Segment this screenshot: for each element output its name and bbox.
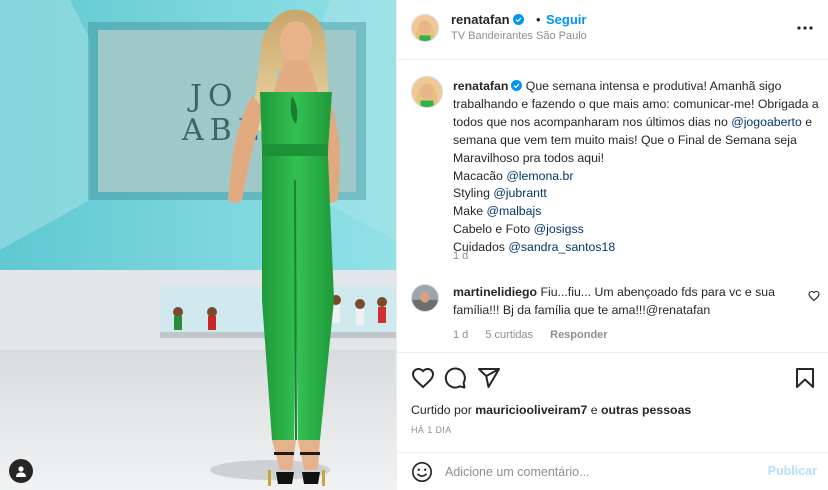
publish-button[interactable]: Publicar: [768, 464, 817, 478]
studio-photo-illustration: JO ABE: [0, 0, 396, 490]
post-actions-bar: Curtido por mauriciooliveiram7 e outras …: [397, 352, 828, 456]
heart-icon[interactable]: [411, 366, 435, 390]
caption-verified-badge-icon: [511, 80, 523, 91]
bookmark-icon[interactable]: [793, 366, 817, 390]
liked-by: Curtido por mauriciooliveiram7 e outras …: [411, 403, 691, 417]
credit-label: Make: [453, 204, 487, 219]
caption-credit-4: Cuidados @sandra_santos18: [453, 239, 819, 257]
credit-mention[interactable]: @sandra_santos18: [508, 240, 615, 254]
emoji-icon[interactable]: [411, 461, 433, 483]
author-username[interactable]: renatafan: [451, 12, 524, 27]
post-photo[interactable]: JO ABE: [0, 0, 396, 490]
comment-text: martinelidiego Fiu...fiu... Um abençoado…: [453, 284, 793, 319]
credit-label: Cabelo e Foto: [453, 222, 534, 237]
comment-input[interactable]: [445, 463, 745, 481]
caption-text: renatafan Que semana intensa e produtiva…: [453, 78, 819, 257]
caption-username[interactable]: renatafan: [453, 79, 508, 93]
add-comment-bar: Publicar: [397, 452, 828, 490]
credit-mention[interactable]: @jubrantt: [493, 186, 547, 200]
caption-credit-2: Make @malbajs: [453, 203, 819, 221]
caption-credit-1: Styling @jubrantt: [453, 185, 819, 203]
caption-author-avatar[interactable]: [411, 76, 443, 108]
credit-mention[interactable]: @malbajs: [487, 204, 542, 218]
liked-by-user[interactable]: mauriciooliveiram7: [475, 403, 587, 417]
verified-badge-icon: [512, 14, 524, 25]
liked-by-prefix: Curtido por: [411, 403, 476, 417]
caption-timestamp[interactable]: 1 d: [453, 250, 468, 262]
post-time-ago[interactable]: HÁ 1 DIA: [411, 425, 452, 435]
instagram-post-modal: JO ABE renatafan • Seguir TV Bandeirante…: [0, 0, 828, 490]
credit-label: Macacão: [453, 168, 507, 183]
credit-mention[interactable]: @josigss: [534, 222, 584, 236]
comment-item: martinelidiego Fiu...fiu... Um abençoado…: [397, 280, 828, 344]
commenter-avatar[interactable]: [411, 284, 439, 312]
comment-reply-button[interactable]: Responder: [550, 329, 607, 341]
liked-by-others[interactable]: outras pessoas: [601, 403, 691, 417]
caption-mention-show[interactable]: @jogoaberto: [731, 115, 802, 129]
credit-mention[interactable]: @lemona.br: [506, 169, 573, 183]
user-tag-icon[interactable]: [9, 459, 33, 483]
comment-icon[interactable]: [443, 366, 467, 390]
more-options-icon[interactable]: [795, 18, 815, 38]
comment-like-heart-icon[interactable]: [808, 290, 820, 302]
comment-likes-count[interactable]: 5 curtidas: [485, 329, 533, 341]
header-separator: •: [536, 12, 541, 27]
author-avatar[interactable]: [411, 14, 439, 42]
follow-button[interactable]: Seguir: [546, 12, 586, 27]
author-username-text[interactable]: renatafan: [451, 12, 510, 27]
share-icon[interactable]: [477, 366, 501, 390]
commenter-username[interactable]: martinelidiego: [453, 285, 537, 299]
comment-meta: 1 d 5 curtidas Responder: [453, 329, 622, 341]
caption-credit-3: Cabelo e Foto @josigss: [453, 221, 819, 239]
post-location[interactable]: TV Bandeirantes São Paulo: [451, 30, 587, 42]
studio-sign-line1: JO: [187, 79, 239, 114]
liked-by-suffix: e: [587, 403, 602, 417]
post-header: renatafan • Seguir TV Bandeirantes São P…: [397, 0, 828, 60]
caption-credit-0: Macacão @lemona.br: [453, 168, 819, 186]
post-details-panel: renatafan • Seguir TV Bandeirantes São P…: [396, 0, 828, 490]
credit-label: Styling: [453, 186, 494, 201]
comment-timestamp[interactable]: 1 d: [453, 329, 468, 341]
